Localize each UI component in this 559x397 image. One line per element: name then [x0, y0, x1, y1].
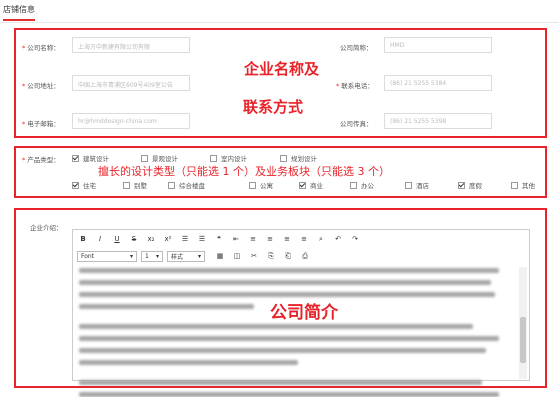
scrollbar-thumb[interactable]	[520, 317, 526, 363]
paste-icon[interactable]: ⎗	[281, 250, 295, 262]
checkbox-hotel[interactable]: 酒店	[405, 180, 429, 190]
checkbox-box[interactable]	[350, 181, 357, 189]
checkbox-interior[interactable]: 室内设计	[210, 153, 247, 163]
checkbox-box[interactable]	[210, 154, 217, 162]
checkbox-villa[interactable]: 别墅	[123, 180, 147, 190]
checkbox-commercial[interactable]: 商业	[299, 180, 323, 190]
phone-label: * 联系电话：	[336, 82, 374, 90]
fax-input[interactable]: (86) 21 5255 5398	[384, 113, 492, 129]
company-short-input[interactable]: HMD	[384, 37, 492, 53]
checkbox-landscape[interactable]: 景观设计	[141, 153, 178, 163]
checkbox-box[interactable]	[72, 154, 79, 162]
chevron-down-icon: ▾	[197, 252, 201, 260]
table-icon[interactable]: ▦	[213, 250, 227, 262]
checkbox-office[interactable]: 办公	[350, 180, 374, 190]
size-select[interactable]: 1 ▾	[141, 250, 163, 262]
phone-input[interactable]: (86) 21 5255 5384	[384, 75, 492, 91]
align-right-icon[interactable]: ≡	[280, 233, 294, 245]
address-input[interactable]: 中国上海市青浦区609号409室公告	[72, 75, 190, 91]
contact-annotation-line1: 企业名称及	[244, 60, 320, 78]
company-name-input[interactable]: 上海万中新建有限公司有限	[72, 37, 190, 53]
checkbox-box[interactable]	[299, 181, 306, 189]
chevron-down-icon: ▾	[155, 252, 159, 260]
product-type-label: * 产品类型：	[22, 156, 60, 164]
align-center-icon[interactable]: ≡	[263, 233, 277, 245]
superscript-button[interactable]: x²	[161, 233, 175, 245]
style-select[interactable]: 样式 ▾	[167, 250, 205, 262]
checkbox-box[interactable]	[249, 181, 256, 189]
editor-scrollbar[interactable]	[519, 267, 527, 379]
copy-icon[interactable]: ⎘	[264, 250, 278, 262]
checkbox-box[interactable]	[141, 154, 148, 162]
checkbox-residential[interactable]: 住宅	[72, 180, 96, 190]
align-justify-icon[interactable]: ≡	[297, 233, 311, 245]
image-icon[interactable]: ◫	[230, 250, 244, 262]
undo-icon[interactable]: ↶	[331, 233, 345, 245]
email-input[interactable]: hr@hmddesign-china.com	[72, 113, 190, 129]
address-label: * 公司地址：	[22, 82, 60, 90]
checkbox-box[interactable]	[458, 181, 465, 189]
checkbox-architecture[interactable]: 建筑设计	[72, 153, 109, 163]
company-short-label: 公司简称：	[340, 44, 373, 52]
italic-button[interactable]: I	[93, 233, 107, 245]
checkbox-box[interactable]	[280, 154, 287, 162]
checkbox-box[interactable]	[123, 181, 130, 189]
editor-toolbar-row1: B I U S x₂ x² ☰ ☰ ❝ ⇤ ≡ ≡ ≡ ≡ ⌕ ↶ ↷	[73, 232, 529, 246]
cut-icon[interactable]: ✂	[247, 250, 261, 262]
checkbox-box[interactable]	[405, 181, 412, 189]
print-icon[interactable]: ⎙	[298, 250, 312, 262]
ordered-list-icon[interactable]: ☰	[178, 233, 192, 245]
checkbox-resort[interactable]: 度假	[458, 180, 482, 190]
tab-shop-info[interactable]: 店铺信息	[3, 4, 35, 21]
editor-toolbar-row2: Font ▾ 1 ▾ 样式 ▾ ▦ ◫ ✂ ⎘ ⎗ ⎙	[73, 249, 529, 263]
subscript-button[interactable]: x₂	[144, 233, 158, 245]
strikethrough-button[interactable]: S	[127, 233, 141, 245]
checkbox-box[interactable]	[168, 181, 175, 189]
chevron-down-icon: ▾	[129, 252, 133, 260]
intro-annotation: 公司简介	[270, 303, 338, 323]
checkbox-complex[interactable]: 综合楼盘	[168, 180, 205, 190]
checkbox-box[interactable]	[72, 181, 79, 189]
find-icon[interactable]: ⌕	[314, 233, 328, 245]
intro-label: 企业介绍：	[30, 224, 63, 232]
product-type-annotation: 擅长的设计类型（只能选 1 个）及业务板块（只能选 3 个）	[98, 165, 390, 178]
tab-bar: 店铺信息	[0, 0, 559, 23]
align-left-icon[interactable]: ≡	[246, 233, 260, 245]
company-name-label: * 公司名称：	[22, 44, 60, 52]
outdent-icon[interactable]: ⇤	[229, 233, 243, 245]
checkbox-apartment[interactable]: 公寓	[249, 180, 273, 190]
checkbox-box[interactable]	[511, 181, 518, 189]
underline-button[interactable]: U	[110, 233, 124, 245]
email-label: * 电子邮箱：	[22, 120, 60, 128]
bold-button[interactable]: B	[76, 233, 90, 245]
blockquote-icon[interactable]: ❝	[212, 233, 226, 245]
unordered-list-icon[interactable]: ☰	[195, 233, 209, 245]
contact-annotation-line2: 联系方式	[243, 98, 304, 116]
checkbox-other[interactable]: 其他	[511, 180, 535, 190]
checkbox-planning[interactable]: 规划设计	[280, 153, 317, 163]
font-select[interactable]: Font ▾	[77, 250, 137, 262]
fax-label: 公司传真：	[340, 120, 373, 128]
redo-icon[interactable]: ↷	[348, 233, 362, 245]
